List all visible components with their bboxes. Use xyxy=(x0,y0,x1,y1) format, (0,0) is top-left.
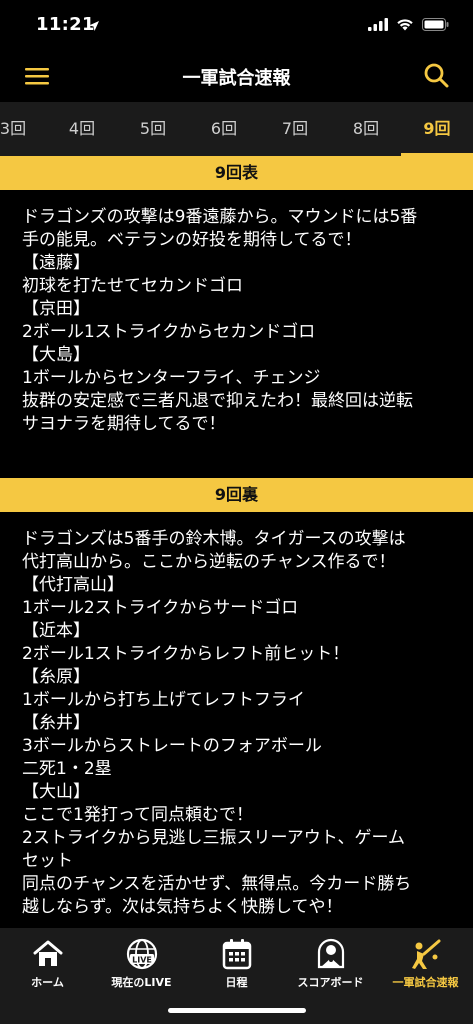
tab-inning-4[interactable]: 4回 xyxy=(47,102,117,156)
tab-inning-6[interactable]: 6回 xyxy=(189,102,259,156)
report-line: 代打高山から。ここから逆転のチャンス作るで！ xyxy=(22,552,396,572)
report-line: 2ボール1ストライクからセカンドゴロ xyxy=(22,322,316,342)
tabbar-item-home[interactable]: ホーム xyxy=(0,936,95,990)
report-line: 【代打高山】 xyxy=(22,575,124,595)
tabbar-label-game-report: 一軍試合速報 xyxy=(392,976,459,989)
home-indicator xyxy=(168,1008,306,1013)
report-line: セット xyxy=(22,851,73,871)
search-icon[interactable] xyxy=(423,62,449,88)
tabbar-item-live[interactable]: LIVE 現在のLIVE xyxy=(94,936,189,990)
report-line: 抜群の安定感で三者凡退で抑えたわ！最終回は逆転 xyxy=(22,391,413,411)
report-line: 越しならず。次は気持ちよく快勝してや！ xyxy=(22,897,343,917)
tabbar-item-scoreboard[interactable]: スコアボード xyxy=(283,936,378,990)
svg-text:LIVE: LIVE xyxy=(132,956,152,965)
status-time: 11:21 xyxy=(36,14,95,35)
report-line: 同点のチャンスを活かせず、無得点。今カード勝ち xyxy=(22,874,412,894)
report-line: 【糸原】 xyxy=(22,667,90,687)
inning-header-top: 9回表 xyxy=(0,156,473,190)
report-line: ドラゴンズは5番手の鈴木博。タイガースの攻撃は xyxy=(22,529,406,549)
tabbar-item-game-report[interactable]: 一軍試合速報 xyxy=(378,936,473,990)
report-line: 1ボールからセンターフライ、チェンジ xyxy=(22,368,321,388)
inning-header-bottom: 9回裏 xyxy=(0,478,473,512)
report-line: 【糸井】 xyxy=(22,713,90,733)
report-line: 【遠藤】 xyxy=(22,253,90,273)
report-line: 【大山】 xyxy=(22,782,90,802)
tabbar-label-live: 現在のLIVE xyxy=(111,976,172,989)
report-line: 3ボールからストレートのフォアボール xyxy=(22,736,322,756)
report-line: 【京田】 xyxy=(22,299,90,319)
batter-icon xyxy=(378,936,473,972)
tab-inning-9[interactable]: 9回 xyxy=(402,102,472,156)
report-line: サヨナラを期待してるで！ xyxy=(22,414,226,434)
scoreboard-icon xyxy=(283,936,378,972)
inning-body-bottom: ドラゴンズは5番手の鈴木博。タイガースの攻撃は 代打高山から。ここから逆転のチャ… xyxy=(0,512,473,928)
home-icon xyxy=(0,936,95,972)
report-line: ドラゴンズの攻撃は9番遠藤から。マウンドには5番 xyxy=(22,207,418,227)
report-line: 【近本】 xyxy=(22,621,90,641)
tabbar-item-schedule[interactable]: 日程 xyxy=(189,936,284,990)
report-line: 1ボールから打ち上げてレフトフライ xyxy=(22,690,305,710)
report-line: 手の能見。ベテランの好投を期待してるで！ xyxy=(22,230,362,250)
report-line: 1ボール2ストライクからサードゴロ xyxy=(22,598,299,618)
tab-inning-8[interactable]: 8回 xyxy=(331,102,401,156)
inning-report[interactable]: 9回表 ドラゴンズの攻撃は9番遠藤から。マウンドには5番 手の能見。ベテランの好… xyxy=(0,156,473,928)
calendar-icon xyxy=(189,936,284,972)
report-line: 2ストライクから見逃し三振スリーアウト、ゲーム xyxy=(22,828,405,848)
app-header: 一軍試合速報 xyxy=(0,50,473,102)
report-line: 【大島】 xyxy=(22,345,90,365)
report-line: 二死1・2塁 xyxy=(22,759,112,779)
report-line: 初球を打たせてセカンドゴロ xyxy=(22,276,243,296)
location-arrow-icon xyxy=(88,17,100,36)
signal-icon xyxy=(368,16,388,35)
report-line: ここで1発打って同点頼むで！ xyxy=(22,805,253,825)
wifi-icon xyxy=(396,16,414,35)
tabbar-label-scoreboard: スコアボード xyxy=(297,976,364,989)
tabbar-label-home: ホーム xyxy=(31,976,64,989)
tab-inning-7[interactable]: 7回 xyxy=(260,102,330,156)
status-bar: 11:21 xyxy=(0,0,473,50)
inning-body-top: ドラゴンズの攻撃は9番遠藤から。マウンドには5番 手の能見。ベテランの好投を期待… xyxy=(0,190,473,456)
page-title: 一軍試合速報 xyxy=(182,68,291,89)
report-line: 2ボール1ストライクからレフト前ヒット！ xyxy=(22,644,350,664)
battery-icon xyxy=(422,16,449,35)
tabbar-label-schedule: 日程 xyxy=(225,976,248,989)
tab-inning-3[interactable]: 3回 xyxy=(0,102,48,156)
inning-tabs: 3回 4回 5回 6回 7回 8回 9回 xyxy=(0,102,473,156)
live-icon: LIVE xyxy=(94,936,189,972)
tab-inning-5[interactable]: 5回 xyxy=(118,102,188,156)
